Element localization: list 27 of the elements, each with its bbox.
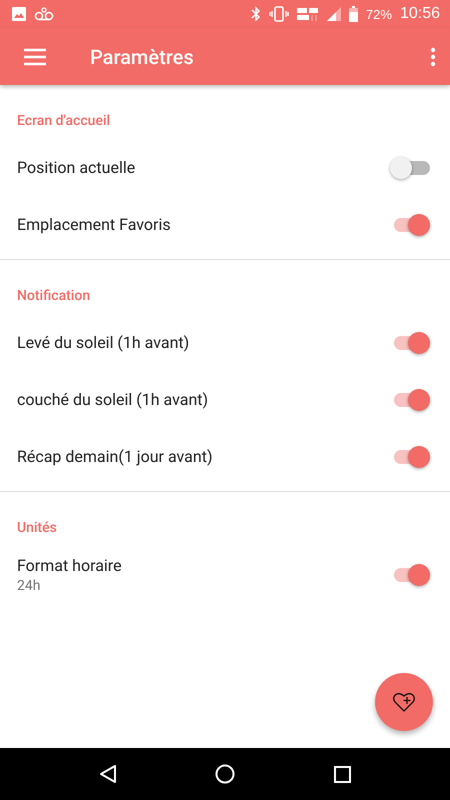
setting-label: Position actuelle <box>17 158 136 177</box>
image-icon <box>12 7 26 21</box>
setting-label: couché du soleil (1h avant) <box>17 390 210 409</box>
setting-summary: 24h <box>17 578 42 594</box>
section-header: Notification <box>16 287 92 306</box>
setting-label: Format horaire <box>17 556 123 574</box>
recents-icon <box>334 766 351 782</box>
section-header: Ecran d'accueil <box>16 112 112 131</box>
voicemail-icon <box>34 7 54 21</box>
home-icon <box>215 764 236 784</box>
battery-percentage: 72% <box>366 6 392 22</box>
setting-label: Emplacement Favoris <box>17 215 172 234</box>
network-type-icon <box>296 6 319 22</box>
screen-title: Paramètres <box>90 44 195 68</box>
bluetooth-icon <box>250 6 261 22</box>
vibrate-icon <box>268 6 289 22</box>
menu-icon <box>24 48 46 66</box>
more-icon <box>430 46 436 66</box>
heart-plus-icon <box>392 691 416 713</box>
battery-icon <box>348 6 358 22</box>
add-favorite-button[interactable] <box>375 673 433 731</box>
clock-time: 10:56 <box>400 5 440 23</box>
back-icon <box>99 765 118 783</box>
signal-icon <box>326 7 341 21</box>
setting-label: Levé du soleil (1h avant) <box>17 333 190 352</box>
section-header: Unités <box>16 519 58 538</box>
setting-label: Récap demain(1 jour avant) <box>17 447 214 466</box>
